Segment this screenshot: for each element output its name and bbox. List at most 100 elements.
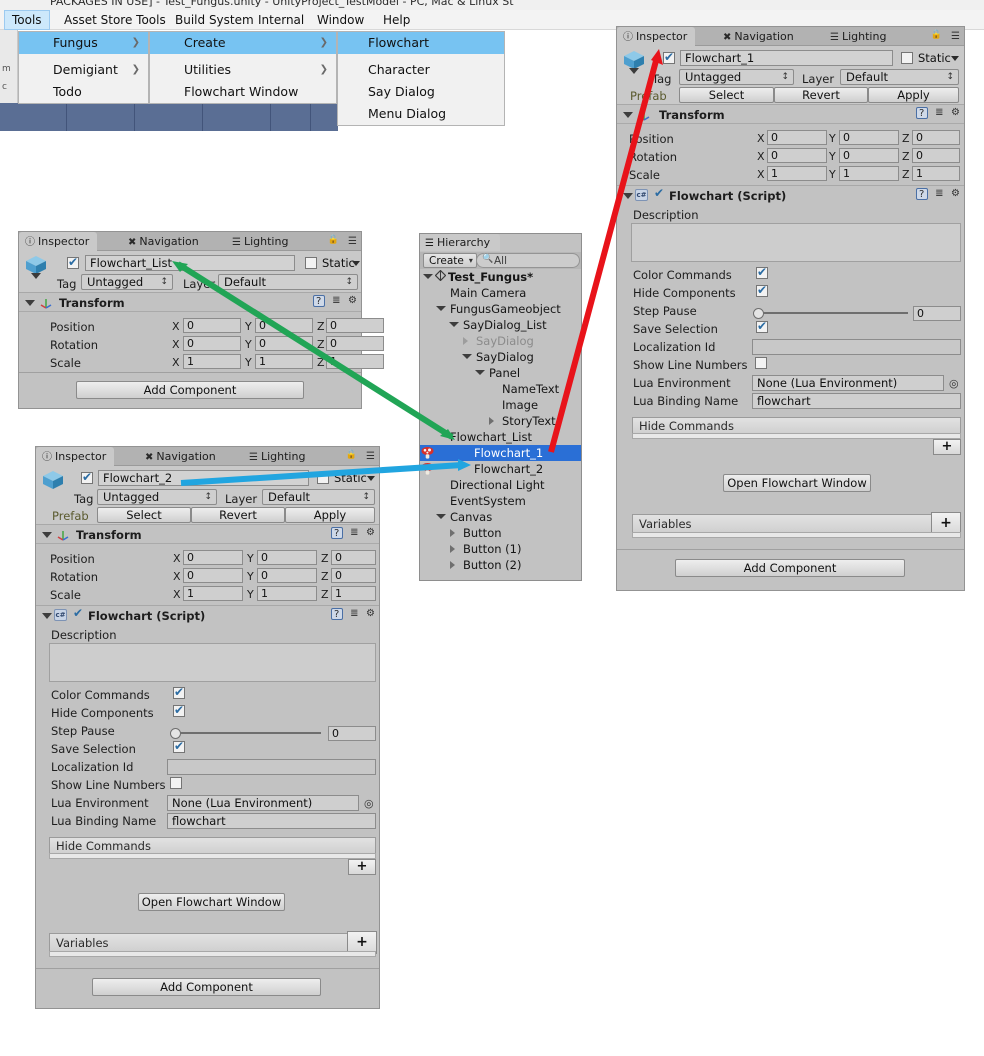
save-selection-checkbox[interactable]	[756, 319, 768, 333]
tools-dropdown-menu[interactable]: Fungus ❯ Demigiant ❯ Todo	[18, 31, 149, 104]
static-dropdown-icon[interactable]	[951, 56, 959, 61]
help-icon[interactable]: ?	[915, 188, 928, 200]
script-enabled-checkbox[interactable]	[654, 186, 665, 200]
flowchart-script-header[interactable]: c# Flowchart (Script) ? ≣ ⚙	[617, 185, 964, 204]
tab-navigation[interactable]: ✖ Navigation	[717, 27, 802, 46]
open-flowchart-window-button[interactable]: Open Flowchart Window	[138, 893, 285, 911]
scale-y-field[interactable]: 1	[257, 586, 317, 601]
create-submenu[interactable]: Flowchart Character Say Dialog Menu Dial…	[337, 31, 505, 126]
prefab-select-button[interactable]: Select	[97, 507, 191, 523]
prefab-select-button[interactable]: Select	[679, 87, 774, 103]
hide-components-checkbox[interactable]	[173, 703, 185, 717]
scale-x-field[interactable]: 1	[767, 166, 827, 181]
menu-row-create[interactable]: Create ❯	[150, 32, 336, 54]
hierarchy-row[interactable]: Flowchart_1	[420, 445, 581, 461]
menu-row-character[interactable]: Character	[338, 59, 504, 81]
rotation-z-field[interactable]: 0	[912, 148, 960, 163]
foldout-icon[interactable]	[623, 193, 633, 199]
step-pause-value-field[interactable]: 0	[913, 306, 961, 321]
gear-icon[interactable]: ⚙	[348, 295, 357, 306]
step-pause-slider-track[interactable]	[758, 312, 908, 314]
add-component-button[interactable]: Add Component	[675, 559, 905, 577]
hierarchy-row[interactable]: Canvas	[420, 509, 581, 525]
component-header-icons[interactable]: ? ≣ ⚙	[912, 188, 960, 201]
inspector-panel-flowchart-2[interactable]: ⓘInspector ✖Navigation ☰Lighting 🔒 ☰ Flo…	[35, 446, 380, 1009]
object-picker-icon[interactable]: ◎	[949, 377, 959, 390]
fungus-submenu[interactable]: Create ❯ Utilities ❯ Flowchart Window	[149, 31, 337, 104]
preset-icon[interactable]: ≣	[350, 608, 358, 619]
scale-x-field[interactable]: 1	[183, 586, 243, 601]
tab-navigation[interactable]: ✖ Navigation	[139, 447, 224, 466]
preset-icon[interactable]: ≣	[935, 107, 943, 118]
scale-z-field[interactable]: 1	[331, 586, 376, 601]
tab-lighting[interactable]: ☰ Lighting	[824, 27, 894, 46]
hierarchy-row[interactable]: Flowchart_List	[420, 429, 581, 445]
show-line-numbers-checkbox[interactable]	[170, 777, 182, 789]
foldout-icon[interactable]	[42, 613, 52, 619]
step-pause-value-field[interactable]: 0	[328, 726, 376, 741]
foldout-expanded-icon[interactable]	[436, 514, 446, 519]
flowchart-script-header[interactable]: c# Flowchart (Script) ? ≣ ⚙	[36, 605, 379, 624]
prefab-revert-button[interactable]: Revert	[774, 87, 868, 103]
tab-inspector[interactable]: ⓘ Inspector	[36, 447, 115, 466]
menu-item-internal[interactable]: Internal	[251, 10, 311, 30]
lock-icon[interactable]: 🔒	[346, 450, 357, 460]
static-dropdown-icon[interactable]	[367, 476, 375, 481]
gameobject-name-field[interactable]: Flowchart_1	[680, 50, 893, 66]
object-picker-icon[interactable]: ◎	[364, 797, 374, 810]
foldout-icon[interactable]	[42, 532, 52, 538]
foldout-expanded-icon[interactable]	[449, 322, 459, 327]
gameobject-enabled-checkbox[interactable]	[663, 50, 675, 64]
hide-components-checkbox[interactable]	[756, 283, 768, 297]
menu-row-utilities[interactable]: Utilities ❯	[150, 59, 336, 81]
transform-section-header[interactable]: Transform ? ≣ ⚙	[36, 525, 379, 544]
foldout-expanded-icon[interactable]	[423, 274, 433, 279]
menu-row-flowchart[interactable]: Flowchart	[338, 32, 504, 54]
hierarchy-row[interactable]: NameText	[420, 381, 581, 397]
hierarchy-row[interactable]: SayDialog	[420, 349, 581, 365]
transform-section-header[interactable]: Transform ? ≣ ⚙	[617, 105, 964, 124]
rotation-x-field[interactable]: 0	[767, 148, 827, 163]
tab-inspector[interactable]: ⓘ Inspector	[19, 232, 98, 251]
foldout-expanded-icon[interactable]	[436, 306, 446, 311]
prefab-apply-button[interactable]: Apply	[285, 507, 375, 523]
position-z-field[interactable]: 0	[326, 318, 384, 333]
scale-x-field[interactable]: 1	[183, 354, 241, 369]
localization-id-field[interactable]	[752, 339, 961, 355]
tab-navigation[interactable]: ✖ Navigation	[122, 232, 207, 251]
scale-y-field[interactable]: 1	[255, 354, 313, 369]
layer-dropdown[interactable]: Default ↕	[262, 489, 375, 505]
scale-z-field[interactable]: 1	[326, 354, 384, 369]
create-button[interactable]: Create ▾	[423, 253, 477, 268]
tab-inspector[interactable]: ⓘ Inspector	[617, 27, 696, 46]
scale-y-field[interactable]: 1	[839, 166, 899, 181]
layer-dropdown[interactable]: Default ↕	[840, 69, 959, 85]
transform-section-header[interactable]: Transform ? ≣ ⚙	[19, 293, 361, 312]
save-selection-checkbox[interactable]	[173, 739, 185, 753]
static-checkbox[interactable]	[317, 472, 329, 484]
prefab-dropdown-icon[interactable]	[629, 68, 639, 74]
step-pause-slider-knob[interactable]	[170, 728, 181, 739]
hierarchy-tab[interactable]: ☰ Hierarchy	[420, 234, 501, 251]
step-pause-slider-knob[interactable]	[753, 308, 764, 319]
foldout-collapsed-icon[interactable]	[489, 417, 494, 425]
rotation-z-field[interactable]: 0	[331, 568, 376, 583]
hierarchy-row[interactable]: Main Camera	[420, 285, 581, 301]
inspector-panel-flowchart-1[interactable]: ⓘInspector ✖Navigation ☰Lighting 🔒 ☰ Flo…	[616, 26, 965, 591]
hide-commands-add-button[interactable]: +	[933, 439, 961, 455]
variables-list-header[interactable]: Variables	[632, 514, 961, 533]
description-textarea[interactable]	[49, 643, 376, 682]
lua-environment-field[interactable]: None (Lua Environment)	[167, 795, 359, 811]
inspector-panel-flowchart-list[interactable]: ⓘInspector ✖Navigation ☰Lighting 🔒 ☰ Flo…	[18, 231, 384, 409]
inspector-tab-bar[interactable]: ⓘ Inspector ✖ Navigation ☰ Lighting 🔒 ☰	[19, 232, 361, 251]
menu-item-window[interactable]: Window	[310, 10, 371, 30]
static-dropdown-icon[interactable]	[352, 261, 360, 266]
tag-dropdown[interactable]: Untagged ↕	[81, 274, 173, 290]
menu-item-tools[interactable]: Tools	[4, 10, 50, 30]
gear-icon[interactable]: ⚙	[951, 107, 960, 118]
foldout-collapsed-icon[interactable]	[450, 529, 455, 537]
foldout-collapsed-icon[interactable]	[450, 561, 455, 569]
help-icon[interactable]: ?	[915, 107, 928, 119]
add-component-button[interactable]: Add Component	[92, 978, 321, 996]
help-icon[interactable]: ?	[330, 608, 343, 620]
